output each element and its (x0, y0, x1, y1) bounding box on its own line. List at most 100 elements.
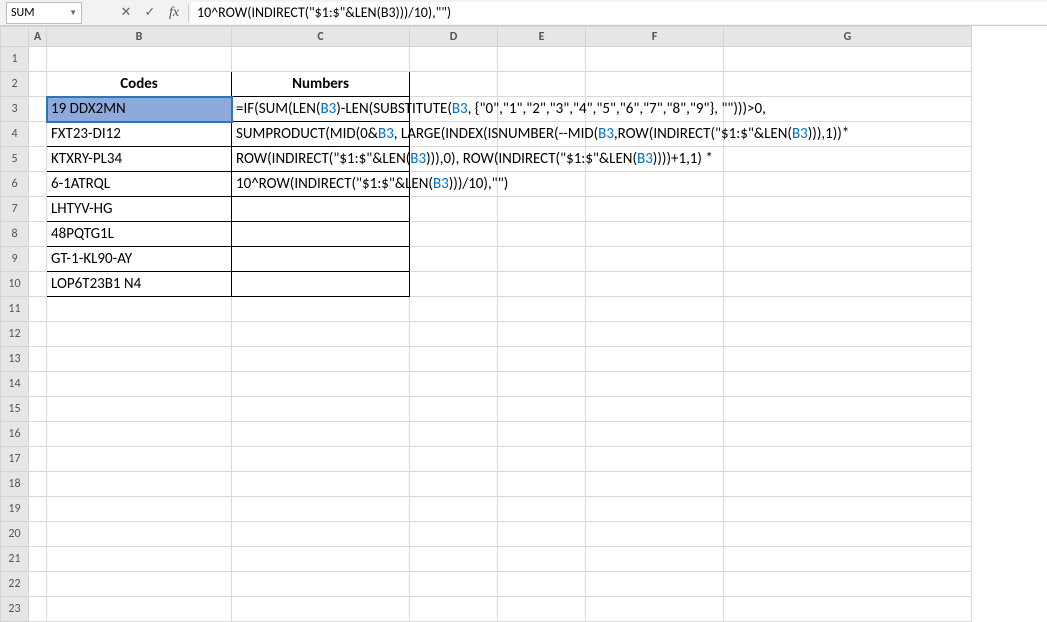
cell[interactable] (724, 522, 972, 547)
row-header[interactable]: 19 (1, 497, 29, 522)
cell[interactable] (29, 472, 47, 497)
cell[interactable] (498, 522, 586, 547)
cell[interactable] (29, 122, 47, 147)
cell-B8[interactable]: 48PQTG1L (47, 222, 232, 247)
cell[interactable] (29, 447, 47, 472)
cell[interactable] (586, 422, 724, 447)
cell[interactable] (232, 522, 410, 547)
cell[interactable] (410, 422, 498, 447)
cell[interactable] (47, 547, 232, 572)
cell[interactable] (47, 572, 232, 597)
cell[interactable] (47, 322, 232, 347)
cell[interactable] (47, 472, 232, 497)
cell[interactable] (724, 322, 972, 347)
row-header[interactable]: 6 (1, 172, 29, 197)
cancel-button[interactable]: ✕ (114, 2, 138, 24)
cell[interactable] (29, 347, 47, 372)
cell[interactable] (724, 397, 972, 422)
cell[interactable] (232, 47, 410, 72)
row-header[interactable]: 22 (1, 572, 29, 597)
cell[interactable] (29, 197, 47, 222)
cell-B6[interactable]: 6-1ATRQL (47, 172, 232, 197)
row-header[interactable]: 13 (1, 347, 29, 372)
cell[interactable] (232, 472, 410, 497)
cell[interactable] (29, 97, 47, 122)
cell[interactable] (47, 297, 232, 322)
cell[interactable] (586, 472, 724, 497)
cell[interactable] (498, 297, 586, 322)
cell[interactable] (47, 397, 232, 422)
fx-button[interactable]: fx (162, 2, 186, 24)
row-header[interactable]: 7 (1, 197, 29, 222)
cell[interactable] (47, 422, 232, 447)
cell[interactable] (410, 472, 498, 497)
row-header[interactable]: 1 (1, 47, 29, 72)
cell[interactable] (498, 272, 586, 297)
cell-B3[interactable]: 19 DDX2MN (47, 97, 232, 122)
cell[interactable] (724, 172, 972, 197)
col-header-G[interactable]: G (724, 27, 972, 47)
cell[interactable] (498, 222, 586, 247)
cell[interactable] (498, 472, 586, 497)
cell[interactable] (586, 272, 724, 297)
cell[interactable] (410, 572, 498, 597)
cell-C9[interactable] (232, 247, 410, 272)
cell[interactable] (47, 497, 232, 522)
table-header-codes[interactable]: Codes (47, 72, 232, 97)
name-box[interactable]: SUM ▼ (6, 2, 82, 24)
name-box-dropdown-icon[interactable]: ▼ (69, 8, 77, 18)
cell[interactable] (47, 447, 232, 472)
cell[interactable] (498, 347, 586, 372)
cell[interactable] (29, 372, 47, 397)
cell[interactable] (724, 297, 972, 322)
col-header-E[interactable]: E (498, 27, 586, 47)
cell[interactable] (232, 347, 410, 372)
cell[interactable] (498, 597, 586, 622)
cell[interactable] (232, 547, 410, 572)
spreadsheet-grid[interactable]: A B C D E F G 1 2 Codes Numbers 3 19 DDX… (0, 26, 1047, 622)
cell[interactable] (29, 47, 47, 72)
cell-C8[interactable] (232, 222, 410, 247)
cell[interactable] (29, 147, 47, 172)
cell[interactable] (724, 47, 972, 72)
row-header[interactable]: 16 (1, 422, 29, 447)
cell[interactable] (232, 397, 410, 422)
cell[interactable] (29, 272, 47, 297)
cell[interactable] (410, 197, 498, 222)
cell[interactable] (586, 497, 724, 522)
cell[interactable] (498, 547, 586, 572)
cell[interactable] (47, 372, 232, 397)
row-header[interactable]: 20 (1, 522, 29, 547)
cell-C4[interactable]: SUMPRODUCT(MID(0&B3, LARGE(INDEX(ISNUMBE… (232, 122, 410, 147)
row-header[interactable]: 15 (1, 397, 29, 422)
cell-C3[interactable]: =IF(SUM(LEN(B3)-LEN(SUBSTITUTE(B3, {"0",… (232, 97, 410, 122)
cell[interactable] (232, 322, 410, 347)
cell[interactable] (410, 347, 498, 372)
cell[interactable] (586, 322, 724, 347)
cell[interactable] (724, 372, 972, 397)
cell[interactable] (232, 497, 410, 522)
cell[interactable] (47, 522, 232, 547)
cell[interactable] (410, 272, 498, 297)
cell[interactable] (410, 447, 498, 472)
cell[interactable] (410, 372, 498, 397)
cell-B10[interactable]: LOP6T23B1 N4 (47, 272, 232, 297)
cell[interactable] (586, 447, 724, 472)
cell[interactable] (724, 597, 972, 622)
row-header[interactable]: 23 (1, 597, 29, 622)
cell[interactable] (29, 72, 47, 97)
cell[interactable] (498, 372, 586, 397)
cell[interactable] (410, 547, 498, 572)
cell[interactable] (724, 472, 972, 497)
cell[interactable] (410, 247, 498, 272)
row-header[interactable]: 4 (1, 122, 29, 147)
cell[interactable] (29, 172, 47, 197)
cell[interactable] (29, 322, 47, 347)
row-header[interactable]: 17 (1, 447, 29, 472)
cell[interactable] (586, 547, 724, 572)
cell[interactable] (498, 497, 586, 522)
col-header-A[interactable]: A (29, 27, 47, 47)
cell[interactable] (498, 422, 586, 447)
cell[interactable] (232, 597, 410, 622)
row-header[interactable]: 11 (1, 297, 29, 322)
